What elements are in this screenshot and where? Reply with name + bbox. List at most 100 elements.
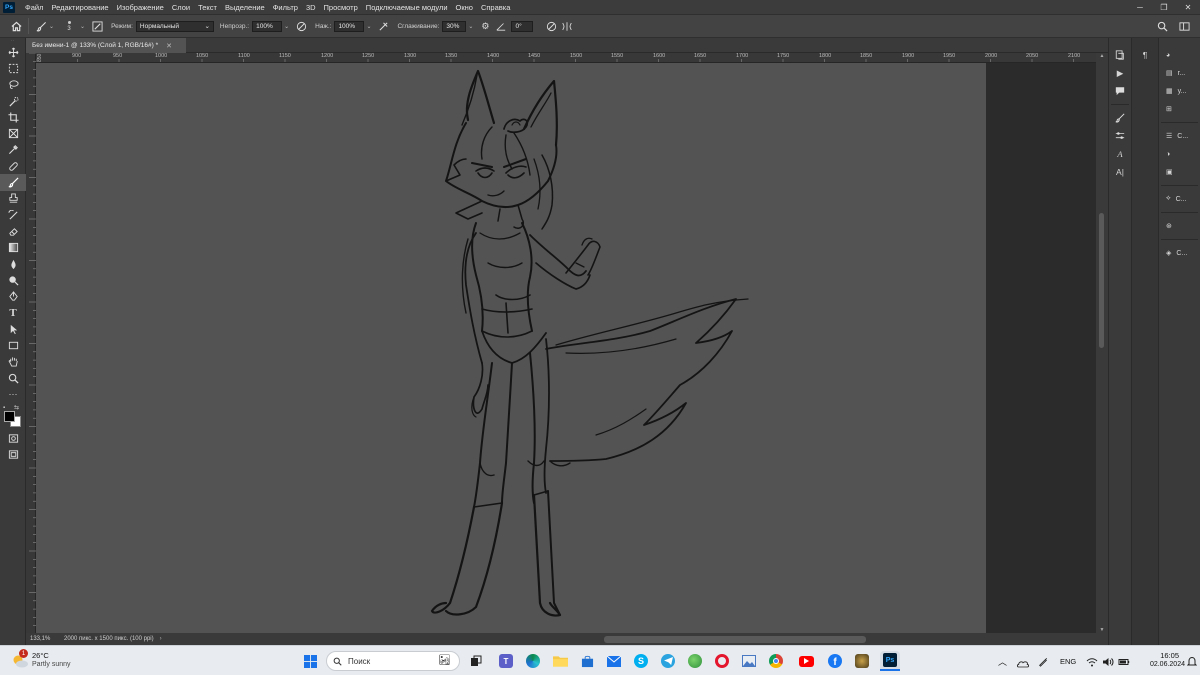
game-app-icon[interactable] (852, 651, 872, 671)
quick-selection-tool-icon[interactable] (0, 93, 26, 109)
windows-start-icon[interactable] (300, 651, 320, 671)
channels-panel-tab[interactable]: ⊛ (1159, 217, 1200, 235)
properties-panel-tab[interactable]: ▤ г... (1159, 64, 1200, 82)
chevron-down-icon[interactable]: ⌄ (284, 23, 289, 30)
paragraph-panel-icon[interactable]: A| (1109, 163, 1131, 181)
pressure-size-icon[interactable] (543, 18, 559, 34)
menu-image[interactable]: Изображение (113, 3, 168, 12)
screen-mode-icon[interactable] (0, 447, 26, 463)
paths-panel-tab[interactable]: ⟡ С... (1159, 190, 1200, 208)
chevron-down-icon[interactable]: ⌄ (80, 23, 85, 30)
lasso-tool-icon[interactable] (0, 77, 26, 93)
wifi-icon[interactable] (1086, 654, 1098, 672)
menu-plugins[interactable]: Подключаемые модули (362, 3, 452, 12)
menu-help[interactable]: Справка (477, 3, 514, 12)
brush-size-picker[interactable]: 3 (58, 17, 80, 35)
menu-3d[interactable]: 3D (302, 3, 320, 12)
chevron-down-icon[interactable]: ⌄ (468, 23, 473, 30)
brush-preset-icon[interactable] (33, 18, 49, 34)
menu-select[interactable]: Выделение (221, 3, 269, 12)
edge-icon[interactable] (523, 651, 543, 671)
onedrive-icon[interactable] (1017, 655, 1029, 673)
chevron-down-icon[interactable]: ⌄ (49, 23, 54, 30)
adjustments-panel-tab[interactable]: ☰ С... (1159, 127, 1200, 145)
menu-edit[interactable]: Редактирование (47, 3, 112, 12)
brush-settings-icon[interactable] (89, 18, 105, 34)
photos-icon[interactable] (739, 651, 759, 671)
quick-mask-icon[interactable] (0, 431, 26, 447)
utorrent-icon[interactable] (685, 651, 705, 671)
zoom-tool-icon[interactable] (0, 370, 26, 386)
symmetry-icon[interactable] (559, 18, 575, 34)
color-panel-tab[interactable]: ◕ (1159, 46, 1200, 64)
marquee-tool-icon[interactable] (0, 60, 26, 76)
search-icon[interactable] (1154, 18, 1170, 34)
telegram-icon[interactable] (658, 651, 678, 671)
volume-icon[interactable] (1102, 654, 1114, 672)
flow-input[interactable]: 100% (334, 20, 365, 32)
taskbar-search[interactable]: Поиск 🏜 (326, 651, 460, 671)
clock-date[interactable]: 02.06.2024 (1137, 661, 1185, 668)
clone-stamp-tool-icon[interactable] (0, 191, 26, 207)
opacity-input[interactable]: 100% (252, 20, 283, 32)
home-icon[interactable] (8, 18, 24, 34)
chrome-icon[interactable] (766, 651, 786, 671)
airbrush-icon[interactable] (375, 18, 391, 34)
battery-icon[interactable] (1118, 654, 1130, 672)
facebook-icon[interactable]: f (825, 651, 845, 671)
patterns-panel-tab[interactable]: ⊞ (1159, 100, 1200, 118)
type-tool-icon[interactable]: T (0, 305, 26, 321)
teams-icon[interactable]: T (496, 651, 516, 671)
close-icon[interactable]: ✕ (1176, 0, 1200, 14)
pen-icon[interactable] (1038, 654, 1048, 672)
chevron-down-icon[interactable]: ⌄ (366, 23, 371, 30)
close-tab-icon[interactable]: ✕ (166, 42, 172, 50)
gradient-tool-icon[interactable] (0, 240, 26, 256)
vertical-scrollbar[interactable]: ▲ ▼ (1096, 53, 1108, 635)
mail-icon[interactable] (604, 651, 624, 671)
task-view-icon[interactable] (466, 651, 486, 671)
eraser-tool-icon[interactable] (0, 223, 26, 239)
store-icon[interactable] (577, 651, 597, 671)
skype-icon[interactable]: S (631, 651, 651, 671)
language-indicator[interactable]: ENG (1060, 657, 1076, 666)
crop-tool-icon[interactable] (0, 109, 26, 125)
blur-tool-icon[interactable] (0, 256, 26, 272)
restore-icon[interactable]: ❐ (1152, 0, 1176, 14)
history-icon[interactable] (1109, 46, 1131, 64)
photoshop-taskbar-icon[interactable]: Ps (880, 651, 900, 671)
swap-colors-icon[interactable]: ⇆ (14, 404, 19, 411)
brush-angle-icon[interactable] (493, 18, 509, 34)
horizontal-scroll-thumb[interactable] (604, 636, 866, 643)
path-selection-tool-icon[interactable] (0, 321, 26, 337)
rectangle-tool-icon[interactable] (0, 337, 26, 353)
menu-view[interactable]: Просмотр (320, 3, 362, 12)
libraries-panel-tab[interactable]: ▣ (1159, 163, 1200, 181)
layers-panel-tab[interactable]: ◈ С... (1159, 244, 1200, 262)
menu-layers[interactable]: Слои (168, 3, 194, 12)
menu-type[interactable]: Текст (194, 3, 221, 12)
menu-filter[interactable]: Фильтр (269, 3, 302, 12)
brush-settings-panel-icon[interactable] (1109, 109, 1131, 127)
color-swatches[interactable]: ▪ ⇆ (0, 403, 26, 431)
mode-select[interactable]: Нормальный ⌄ (135, 20, 214, 32)
youtube-icon[interactable] (796, 651, 816, 671)
gear-icon[interactable]: ⚙ (477, 18, 493, 34)
minimize-icon[interactable]: ─ (1128, 0, 1152, 14)
character-panel-icon[interactable]: A (1109, 145, 1131, 163)
foreground-color-swatch[interactable] (4, 410, 15, 422)
file-explorer-icon[interactable] (550, 651, 570, 671)
paragraph-mark-icon[interactable]: ¶ (1132, 46, 1158, 64)
brush-tool-icon[interactable] (0, 174, 26, 191)
swatches-panel-tab[interactable]: ▦ у... (1159, 82, 1200, 100)
smoothing-input[interactable]: 30% (442, 20, 467, 32)
menu-window[interactable]: Окно (452, 3, 477, 12)
document-canvas[interactable] (36, 63, 986, 633)
eyedropper-tool-icon[interactable] (0, 142, 26, 158)
angle-input[interactable]: 0° (511, 20, 534, 32)
move-tool-icon[interactable] (0, 44, 26, 60)
hand-tool-icon[interactable] (0, 354, 26, 370)
menu-file[interactable]: Файл (21, 3, 47, 12)
photoshop-logo[interactable]: Ps (3, 1, 15, 13)
vertical-scroll-thumb[interactable] (1099, 213, 1104, 348)
